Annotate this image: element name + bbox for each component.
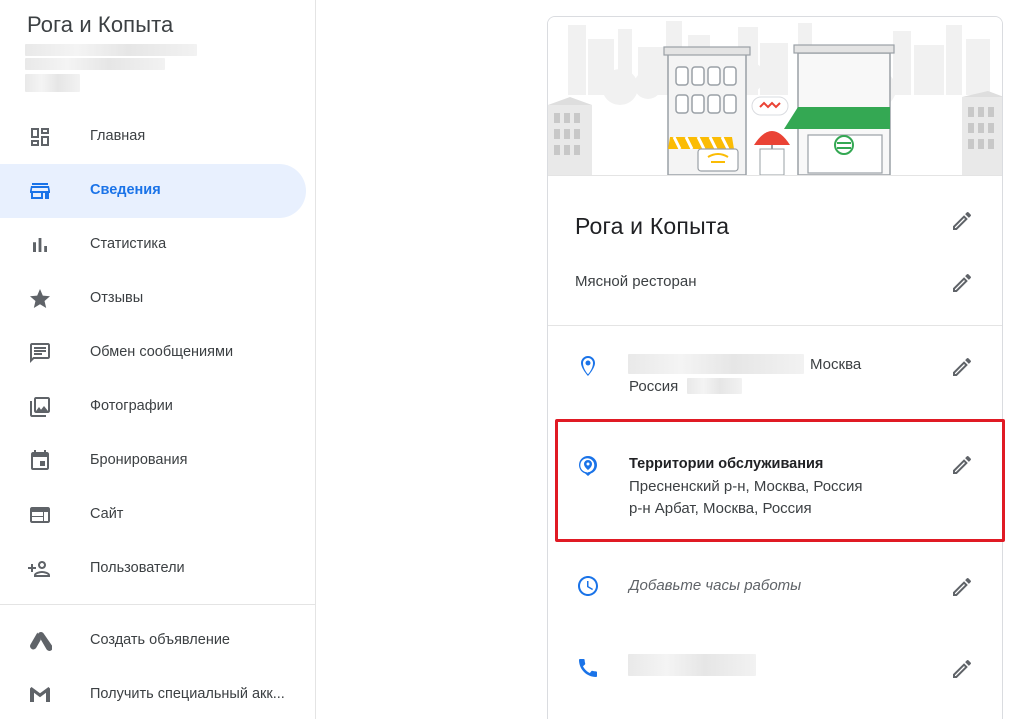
sidebar-secondary-nav: Создать объявление Получить специальный … [0, 614, 316, 719]
card-divider [548, 325, 1002, 326]
calendar-icon [31, 450, 49, 470]
sidebar-item-info[interactable]: Сведения [0, 164, 316, 218]
service-area-line: р-н Арбат, Москва, Россия [629, 500, 812, 517]
bar-chart-icon [33, 238, 47, 252]
sidebar-item-label: Создать объявление [90, 632, 231, 648]
business-category: Мясной ресторан [575, 273, 697, 290]
sidebar-item-website[interactable]: Сайт [0, 488, 316, 542]
blurred-address [25, 44, 197, 56]
edit-hours-pencil-icon[interactable] [950, 575, 974, 599]
service-area-heading: Территории обслуживания [629, 456, 824, 472]
sidebar-item-gmail[interactable]: Получить специальный акк... [0, 668, 316, 719]
sidebar-item-label: Обмен сообщениями [90, 344, 234, 360]
edit-service-area-pencil-icon[interactable] [950, 453, 974, 477]
clock-icon [578, 576, 598, 596]
person-add-icon [28, 561, 50, 577]
sidebar-nav: Главная Сведения Статистика Отзывы Обмен… [0, 110, 316, 596]
sidebar-item-home[interactable]: Главная [0, 110, 316, 164]
phone-icon [579, 659, 597, 677]
sidebar-divider [0, 604, 316, 605]
sidebar-item-reviews[interactable]: Отзывы [0, 272, 316, 326]
blurred-street-address [628, 354, 804, 374]
sidebar-item-label: Отзывы [90, 290, 144, 306]
sidebar-item-messages[interactable]: Обмен сообщениями [0, 326, 316, 380]
service-area-line: Пресненский р-н, Москва, Россия [629, 478, 863, 495]
edit-category-pencil-icon[interactable] [950, 271, 974, 295]
location-pin-icon [581, 356, 595, 376]
blurred-address [25, 58, 165, 70]
sidebar-item-label: Сайт [90, 506, 124, 522]
sidebar: Рога и Копыта Главная Сведения Статистик… [0, 0, 316, 719]
star-icon [30, 289, 50, 308]
web-icon [30, 507, 50, 523]
sidebar-item-label: Фотографии [90, 398, 173, 414]
sidebar-item-label: Сведения [90, 182, 161, 198]
add-hours-link[interactable]: Добавьте часы работы [629, 577, 801, 594]
edit-address-pencil-icon[interactable] [950, 355, 974, 379]
google-ads-icon [30, 632, 52, 651]
gmail-icon [30, 687, 50, 702]
blurred-phone-number [628, 654, 756, 676]
service-area-pin-icon [579, 456, 597, 476]
sidebar-item-users[interactable]: Пользователи [0, 542, 316, 596]
edit-title-pencil-icon[interactable] [950, 209, 974, 233]
address-country: Россия [629, 378, 679, 395]
message-icon [30, 343, 50, 363]
business-title: Рога и Копыта [575, 213, 730, 239]
blurred-postal-code [687, 378, 742, 394]
sidebar-item-bookings[interactable]: Бронирования [0, 434, 316, 488]
edit-phone-pencil-icon[interactable] [950, 657, 974, 681]
sidebar-item-label: Бронирования [90, 452, 188, 468]
sidebar-item-label: Получить специальный акк... [90, 686, 285, 702]
blurred-address [25, 74, 80, 92]
sidebar-item-label: Главная [90, 128, 146, 144]
business-name: Рога и Копыта [27, 12, 174, 37]
photo-library-icon [30, 397, 50, 417]
sidebar-item-stats[interactable]: Статистика [0, 218, 316, 272]
dashboard-icon [31, 128, 49, 146]
sidebar-item-create-ad[interactable]: Создать объявление [0, 614, 316, 668]
sidebar-item-label: Пользователи [90, 560, 185, 576]
storefront-illustration [548, 17, 1002, 175]
card-divider [548, 175, 1002, 176]
address-city: Москва [810, 356, 862, 373]
sidebar-item-label: Статистика [90, 236, 167, 252]
business-info-card: Рога и Копыта Мясной ресторан Москва Рос… [547, 16, 1003, 719]
storefront-icon [30, 183, 50, 199]
sidebar-item-photos[interactable]: Фотографии [0, 380, 316, 434]
